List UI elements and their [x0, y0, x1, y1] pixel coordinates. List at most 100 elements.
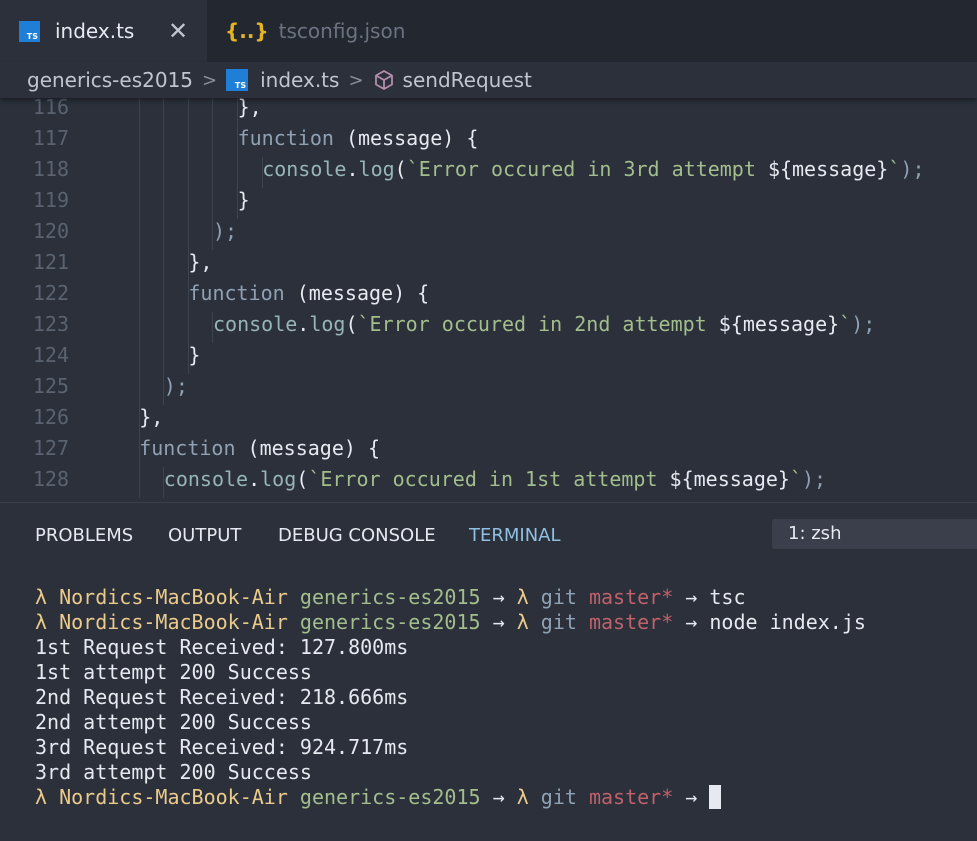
typescript-icon: TS — [19, 20, 40, 42]
terminal-output-text: 3rd Request Received: 924.717ms — [35, 735, 409, 759]
code-text: function (message) { — [139, 436, 381, 460]
tab-terminal[interactable]: TERMINAL — [469, 525, 561, 546]
indent-guide — [138, 126, 140, 157]
json-icon: {..} — [225, 19, 269, 43]
code-line: 119} — [0, 188, 977, 219]
terminal-command: tsc — [709, 585, 746, 609]
prompt-host: Nordics-MacBook-Air — [59, 585, 288, 609]
prompt-dir: generics-es2015 — [299, 785, 481, 809]
close-icon[interactable]: ✕ — [168, 17, 188, 45]
terminal-output-text: 2nd Request Received: 218.666ms — [35, 685, 409, 709]
prompt-lambda: λ — [516, 610, 529, 634]
prompt-git: git — [540, 585, 577, 609]
line-number: 122 — [32, 281, 69, 305]
indent-guide — [187, 98, 189, 126]
tab-debug-console[interactable]: DEBUG CONSOLE — [278, 525, 436, 546]
code-line: 127 function (message) { — [0, 436, 977, 467]
line-number: 119 — [32, 188, 69, 212]
code-text: }, — [139, 405, 164, 429]
breadcrumb-file[interactable]: index.ts — [260, 68, 339, 92]
prompt-lambda: λ — [35, 585, 48, 609]
prompt-git: git — [540, 785, 577, 809]
indent-guide — [138, 157, 140, 188]
terminal-output-line: 1st Request Received: 127.800ms — [35, 635, 866, 660]
code-line: 124} — [0, 343, 977, 374]
tab-tsconfig-json[interactable]: {..} tsconfig.json — [207, 0, 405, 62]
chevron-right-icon: > — [202, 69, 218, 91]
line-number: 126 — [32, 405, 69, 429]
indent-guide — [163, 250, 165, 281]
chevron-right-icon: > — [348, 69, 364, 91]
indent-guide — [138, 281, 140, 312]
indent-guide — [138, 188, 140, 219]
line-number: 128 — [32, 467, 69, 491]
indent-guide — [138, 250, 140, 281]
indent-guide — [187, 219, 189, 250]
code-line: 128 console.log(`Error occured in 1st att… — [0, 467, 977, 498]
method-cube-icon — [374, 70, 393, 90]
code-text: } — [237, 188, 250, 212]
prompt-arrow: → — [492, 585, 505, 609]
indent-guide — [163, 98, 165, 126]
prompt-branch: master* — [588, 785, 674, 809]
code-text: function (message) { — [237, 126, 479, 150]
indent-guide — [138, 98, 140, 126]
tab-index-ts[interactable]: TS index.ts ✕ — [0, 0, 207, 62]
indent-guide — [163, 281, 165, 312]
terminal-select-dropdown[interactable]: 1: zsh — [772, 519, 977, 549]
code-editor[interactable]: 116}, 117 function (message) { 118 console.l… — [0, 98, 977, 502]
code-line: 126}, — [0, 405, 977, 436]
terminal-command: node index.js — [709, 610, 866, 634]
terminal-output[interactable]: λ Nordics-MacBook-Air generics-es2015 → … — [35, 585, 866, 810]
prompt-lambda: λ — [35, 785, 48, 809]
prompt-arrow: → — [685, 785, 698, 809]
line-number: 127 — [32, 436, 69, 460]
indent-guide — [163, 188, 165, 219]
line-number: 124 — [32, 343, 69, 367]
prompt-dir: generics-es2015 — [299, 610, 481, 634]
terminal-output-text: 1st attempt 200 Success — [35, 660, 312, 684]
editor-tab-bar: TS index.ts ✕ {..} tsconfig.json — [0, 0, 977, 62]
indent-guide — [163, 126, 165, 157]
prompt-lambda: λ — [516, 785, 529, 809]
line-number: 116 — [32, 98, 69, 119]
terminal-prompt-line: λ Nordics-MacBook-Air generics-es2015 → … — [35, 785, 866, 810]
line-number: 117 — [32, 126, 69, 150]
typescript-icon: TS — [226, 69, 249, 91]
code-text: }, — [188, 250, 213, 274]
terminal-cursor — [709, 785, 722, 809]
line-number: 118 — [32, 157, 69, 181]
breadcrumb-symbol[interactable]: sendRequest — [403, 68, 532, 92]
code-line: 121}, — [0, 250, 977, 281]
indent-guide — [212, 188, 214, 219]
code-line: 122 function (message) { — [0, 281, 977, 312]
code-text: console.log(`Error occured in 2nd attemp… — [213, 312, 876, 336]
bottom-panel: PROBLEMS OUTPUT DEBUG CONSOLE TERMINAL 1… — [0, 502, 977, 841]
terminal-output-line: 3rd Request Received: 924.717ms — [35, 735, 866, 760]
indent-guide — [138, 312, 140, 343]
breadcrumb-folder[interactable]: generics-es2015 — [27, 68, 193, 92]
terminal-output-text: 3rd attempt 200 Success — [35, 760, 312, 784]
tab-label: tsconfig.json — [278, 19, 406, 43]
indent-guide — [163, 157, 165, 188]
prompt-host: Nordics-MacBook-Air — [59, 785, 288, 809]
code-line: 123 console.log(`Error occured in 2nd att… — [0, 312, 977, 343]
terminal-output-line: 1st attempt 200 Success — [35, 660, 866, 685]
terminal-prompt-line: λ Nordics-MacBook-Air generics-es2015 → … — [35, 610, 866, 635]
indent-guide — [138, 467, 140, 498]
tab-problems[interactable]: PROBLEMS — [35, 525, 133, 546]
indent-guide — [163, 343, 165, 374]
indent-guide — [187, 188, 189, 219]
code-text: console.log(`Error occured in 3rd attemp… — [262, 157, 925, 181]
indent-guide — [138, 219, 140, 250]
code-text: console.log(`Error occured in 1st attemp… — [163, 467, 827, 491]
prompt-dir: generics-es2015 — [299, 585, 481, 609]
code-line: 117 function (message) { — [0, 126, 977, 157]
indent-guide — [163, 219, 165, 250]
prompt-branch: master* — [588, 585, 674, 609]
code-text: ); — [213, 219, 238, 243]
tab-output[interactable]: OUTPUT — [168, 525, 241, 546]
indent-guide — [187, 157, 189, 188]
code-text: } — [188, 343, 201, 367]
code-line: 125); — [0, 374, 977, 405]
